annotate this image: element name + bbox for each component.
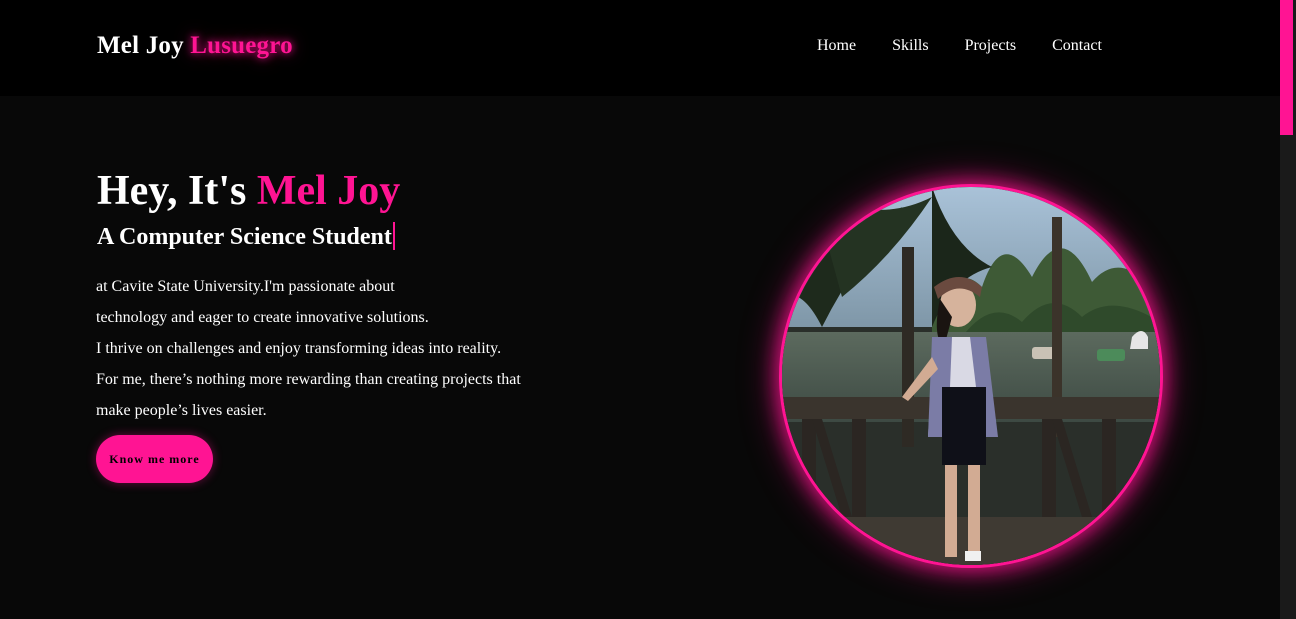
scrollbar-thumb[interactable] — [1280, 0, 1293, 135]
bio-line: I thrive on challenges and enjoy transfo… — [96, 340, 502, 357]
page-scrollbar[interactable] — [1280, 0, 1296, 619]
bio-line: at Cavite State University.I'm passionat… — [96, 278, 395, 295]
hero-title: Hey, It's Mel Joy — [97, 166, 400, 216]
site-logo[interactable]: Mel Joy Lusuegro — [97, 32, 293, 60]
profile-photo — [782, 187, 1160, 565]
typing-cursor — [392, 222, 395, 250]
main-nav: Home Skills Projects Contact — [817, 37, 1102, 55]
nav-skills-link[interactable]: Skills — [892, 37, 928, 55]
hero-subtitle: A Computer Science Student — [97, 220, 395, 254]
profile-photo-illustration — [782, 187, 1160, 565]
nav-home-link[interactable]: Home — [817, 37, 856, 55]
bio-line: For me, there’s nothing more rewarding t… — [96, 371, 521, 388]
bio-line: technology and eager to create innovativ… — [96, 309, 429, 326]
hero-bio: at Cavite State University.I'm passionat… — [96, 271, 616, 426]
bio-line: make people’s lives easier. — [96, 402, 267, 419]
know-me-more-button[interactable]: Know me more — [96, 435, 213, 483]
typed-subtitle-text: A Computer Science Student — [97, 224, 392, 250]
nav-projects-link[interactable]: Projects — [965, 37, 1017, 55]
hero-title-name: Mel Joy — [256, 168, 401, 214]
nav-contact-link[interactable]: Contact — [1052, 37, 1102, 55]
hero-title-prefix: Hey, It's — [97, 168, 247, 214]
logo-first-name: Mel Joy — [97, 32, 184, 59]
site-header: Mel Joy Lusuegro Home Skills Projects Co… — [0, 0, 1280, 96]
logo-last-name: Lusuegro — [190, 32, 293, 59]
